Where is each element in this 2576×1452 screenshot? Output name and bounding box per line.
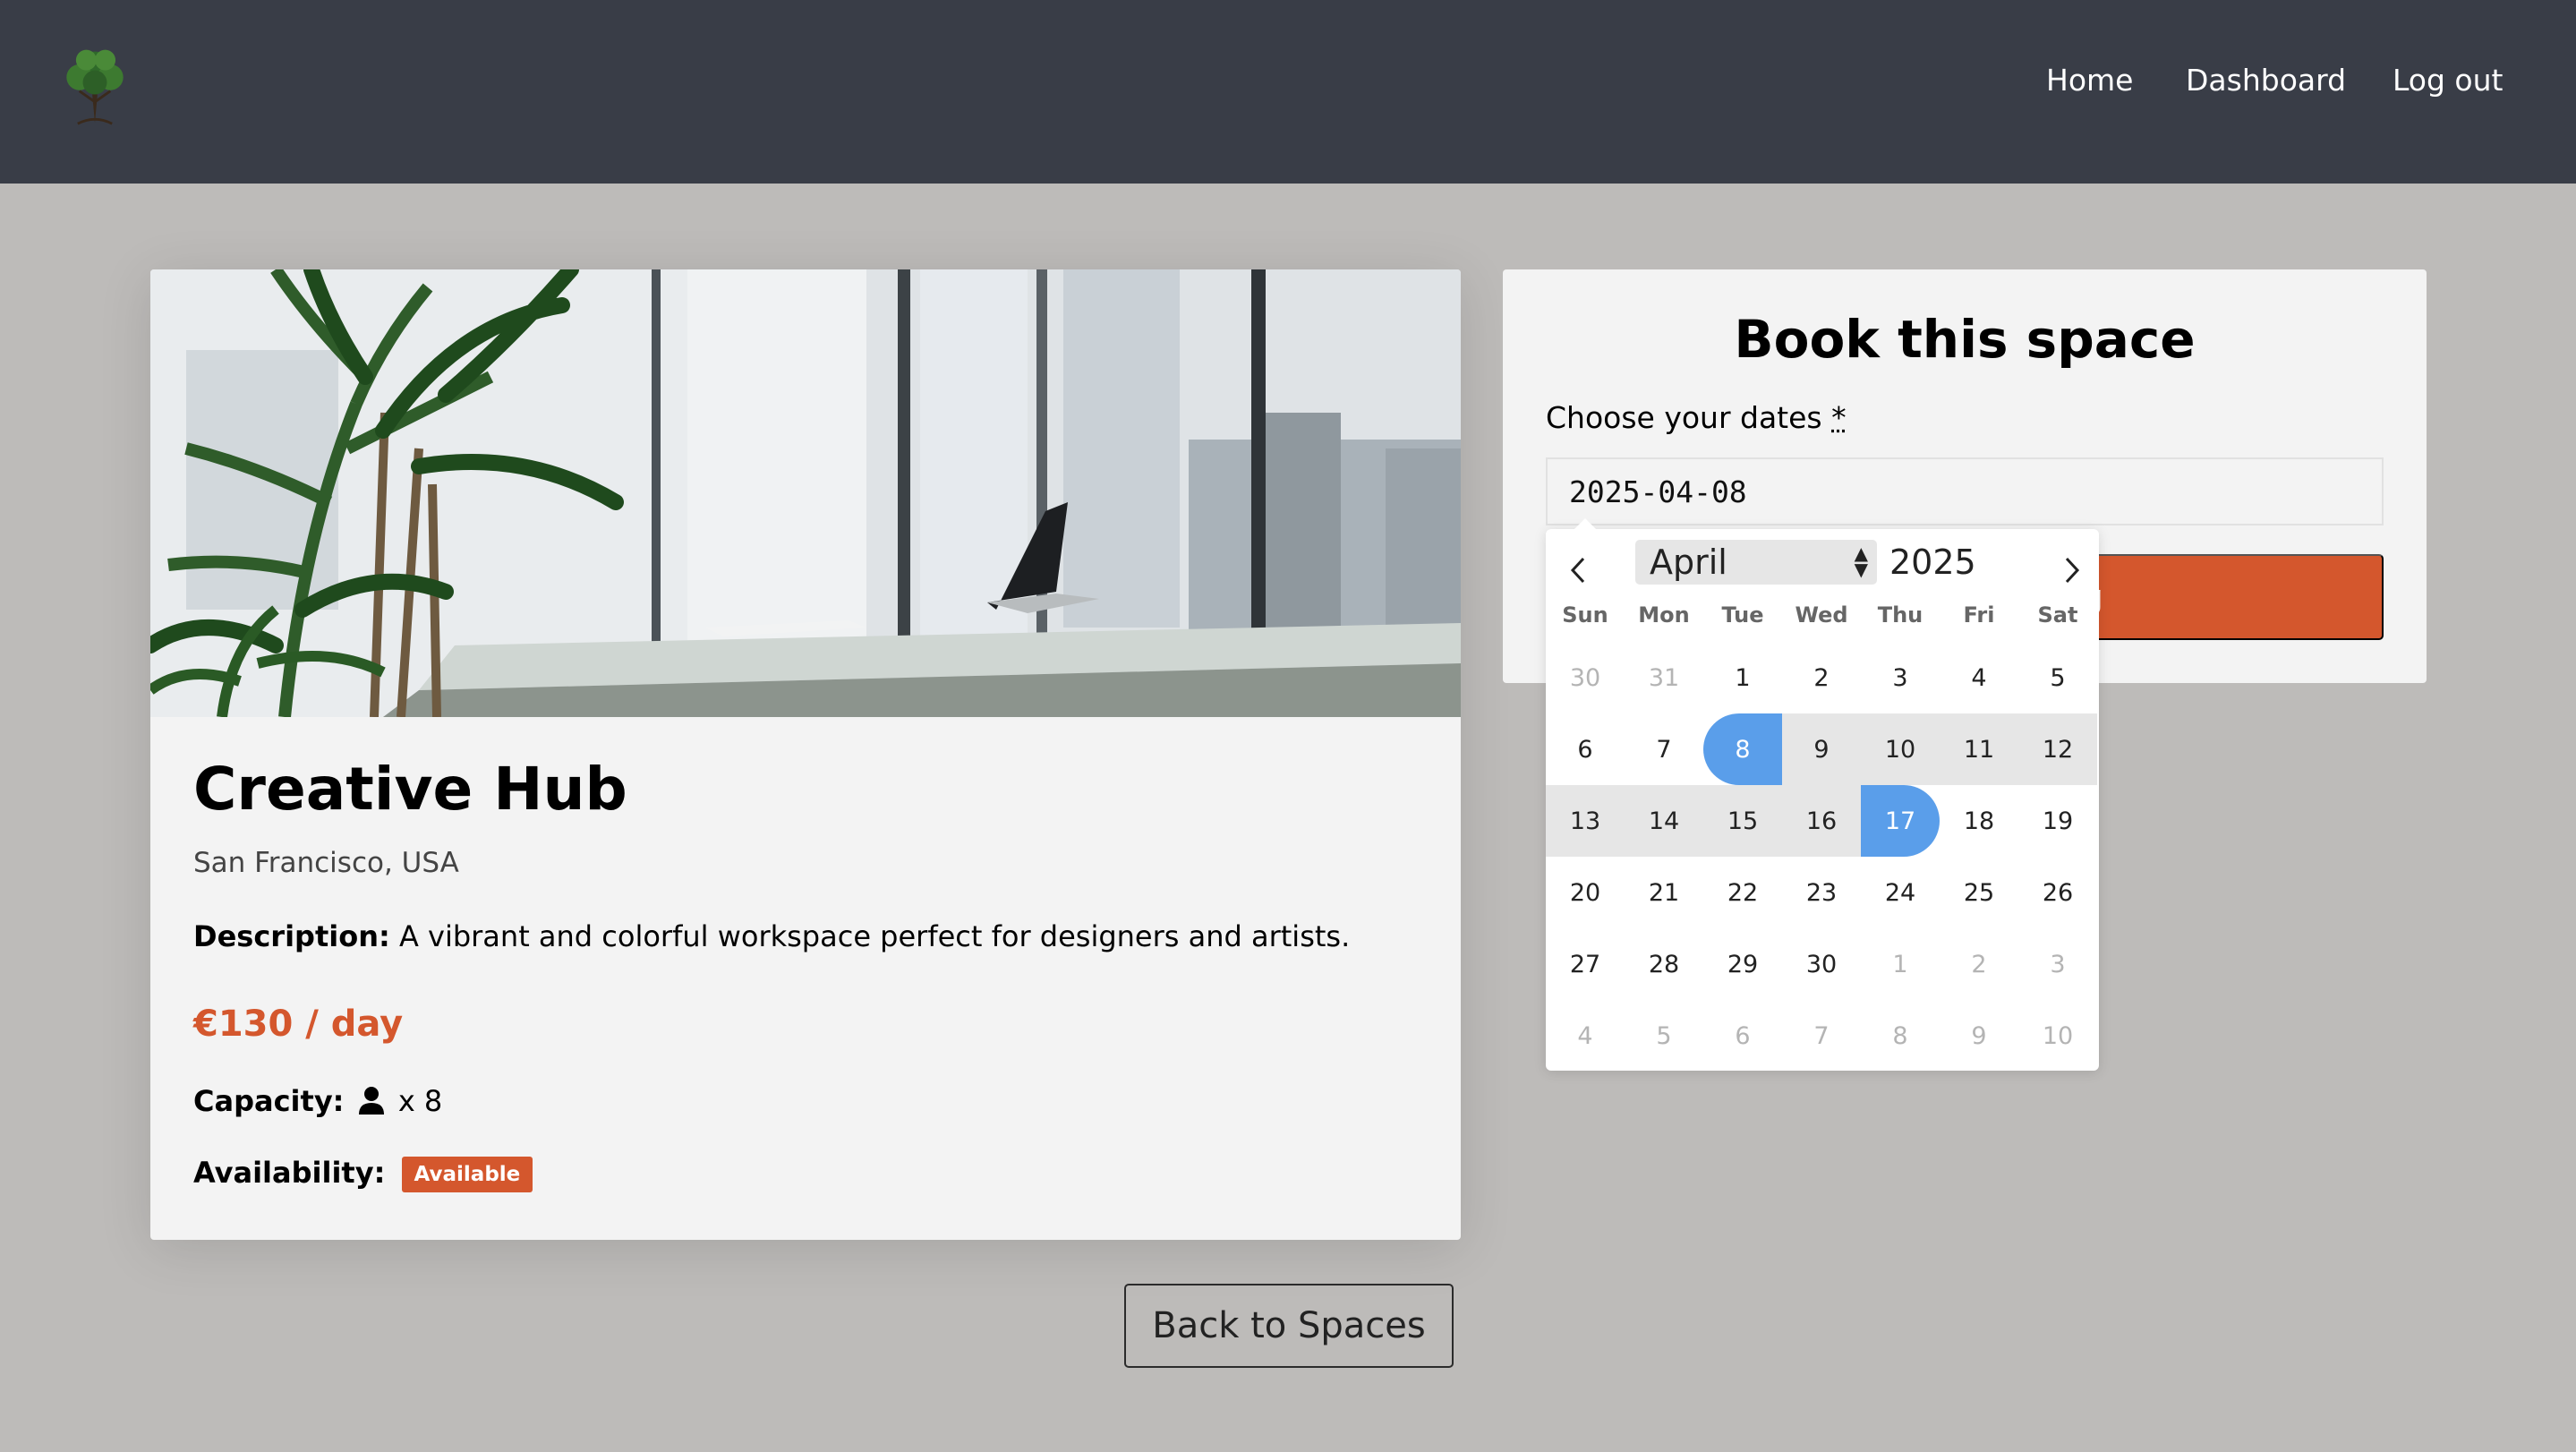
- required-mark: *: [1831, 400, 1847, 435]
- next-month-chevron-icon[interactable]: [2052, 551, 2092, 590]
- space-availability: Availability: Available: [193, 1156, 533, 1192]
- calendar-day-in-range[interactable]: 10: [1861, 713, 1940, 785]
- availability-label: Availability:: [193, 1156, 386, 1190]
- calendar-week: 27 28 29 30 1 2 3: [1546, 928, 2099, 1000]
- calendar-day[interactable]: 27: [1546, 928, 1625, 1000]
- calendar-day[interactable]: 20: [1546, 857, 1625, 928]
- calendar-day-in-range[interactable]: 9: [1782, 713, 1861, 785]
- nav-logout-link[interactable]: Log out: [2393, 63, 2503, 98]
- calendar-day[interactable]: 24: [1861, 857, 1940, 928]
- dates-label: Choose your dates *: [1546, 400, 1847, 435]
- space-photo: [150, 269, 1461, 717]
- calendar-day-in-range[interactable]: 16: [1782, 785, 1861, 857]
- space-price: €130 / day: [193, 1004, 404, 1045]
- calendar-day[interactable]: 23: [1782, 857, 1861, 928]
- calendar-week: 4 5 6 7 8 9 10: [1546, 1000, 2099, 1072]
- capacity-value: x 8: [397, 1084, 443, 1118]
- calendar-day-range-start[interactable]: 8: [1703, 713, 1782, 785]
- tree-logo-icon[interactable]: [52, 41, 138, 127]
- calendar-day-in-range[interactable]: 14: [1625, 785, 1703, 857]
- capacity-label: Capacity:: [193, 1084, 345, 1118]
- calendar-day[interactable]: 26: [2018, 857, 2097, 928]
- previous-month-chevron-icon[interactable]: [1558, 551, 1598, 590]
- calendar-day[interactable]: 7: [1625, 713, 1703, 785]
- calendar-week: 13 14 15 16 17 18 19: [1546, 785, 2099, 857]
- calendar-day-in-range[interactable]: 12: [2018, 713, 2097, 785]
- date-picker-calendar: April ▲ ▼ 2025 Sun Mon Tue Wed Thu Fri Sa…: [1546, 518, 2099, 1072]
- calendar-day-next-month[interactable]: 3: [2018, 928, 2097, 1000]
- calendar-day[interactable]: 25: [1940, 857, 2018, 928]
- description-text: A vibrant and colorful workspace perfect…: [398, 919, 1351, 953]
- weekday-label: Tue: [1721, 602, 1764, 628]
- space-capacity: Capacity: x 8: [193, 1084, 442, 1120]
- person-icon: [358, 1087, 384, 1115]
- calendar-day-next-month[interactable]: 9: [1940, 1000, 2018, 1072]
- calendar-day[interactable]: 6: [1546, 713, 1625, 785]
- calendar-week: 20 21 22 23 24 25 26: [1546, 857, 2099, 928]
- top-navbar: Home Dashboard Log out: [0, 0, 2576, 184]
- calendar-day-next-month[interactable]: 8: [1861, 1000, 1940, 1072]
- calendar-day[interactable]: 2: [1782, 642, 1861, 713]
- back-to-spaces-button[interactable]: Back to Spaces: [1124, 1284, 1454, 1368]
- month-select[interactable]: April ▲ ▼: [1635, 540, 1877, 585]
- weekday-label: Wed: [1795, 602, 1848, 628]
- calendar-day-next-month[interactable]: 1: [1861, 928, 1940, 1000]
- calendar-day[interactable]: 3: [1861, 642, 1940, 713]
- booking-title: Book this space: [1734, 309, 2196, 370]
- calendar-day-range-end[interactable]: 17: [1861, 785, 1940, 857]
- weekday-label: Thu: [1877, 602, 1923, 628]
- calendar-day-in-range[interactable]: 11: [1940, 713, 2018, 785]
- nav-home-link[interactable]: Home: [2046, 63, 2133, 98]
- select-arrows-icon: ▲ ▼: [1854, 542, 1868, 580]
- weekday-label: Fri: [1963, 602, 1995, 628]
- availability-badge: Available: [401, 1157, 533, 1192]
- calendar-day-next-month[interactable]: 5: [1625, 1000, 1703, 1072]
- year-input[interactable]: 2025: [1889, 540, 1976, 585]
- space-details-card: Creative Hub San Francisco, USA Descript…: [150, 269, 1461, 1240]
- calendar-day[interactable]: 5: [2018, 642, 2097, 713]
- calendar-week: 30 31 1 2 3 4 5: [1546, 642, 2099, 713]
- space-title: Creative Hub: [193, 755, 627, 824]
- calendar-day[interactable]: 21: [1625, 857, 1703, 928]
- calendar-week: 6 7 8 9 10 11 12: [1546, 713, 2099, 785]
- calendar-day[interactable]: 4: [1940, 642, 2018, 713]
- dates-label-text: Choose your dates: [1546, 400, 1822, 435]
- calendar-day[interactable]: 30: [1782, 928, 1861, 1000]
- calendar-day-next-month[interactable]: 7: [1782, 1000, 1861, 1072]
- calendar-day-prev-month[interactable]: 31: [1625, 642, 1703, 713]
- nav-dashboard-link[interactable]: Dashboard: [2186, 63, 2346, 98]
- weekday-label: Mon: [1638, 602, 1690, 628]
- space-location: San Francisco, USA: [193, 847, 459, 879]
- calendar-day-next-month[interactable]: 10: [2018, 1000, 2097, 1072]
- calendar-day-next-month[interactable]: 2: [1940, 928, 2018, 1000]
- calendar-day-in-range[interactable]: 15: [1703, 785, 1782, 857]
- calendar-day-grid: 30 31 1 2 3 4 5 6 7 8 9 10 11 12 13 14 1…: [1546, 642, 2099, 1072]
- calendar-day[interactable]: 28: [1625, 928, 1703, 1000]
- weekday-header-row: Sun Mon Tue Wed Thu Fri Sat: [1546, 602, 2099, 638]
- date-range-input[interactable]: 2025-04-08: [1546, 457, 2384, 525]
- calendar-day-next-month[interactable]: 6: [1703, 1000, 1782, 1072]
- calendar-day[interactable]: 22: [1703, 857, 1782, 928]
- calendar-day-prev-month[interactable]: 30: [1546, 642, 1625, 713]
- calendar-day[interactable]: 1: [1703, 642, 1782, 713]
- calendar-day[interactable]: 18: [1940, 785, 2018, 857]
- description-label: Description:: [193, 919, 390, 953]
- calendar-day-in-range[interactable]: 13: [1546, 785, 1625, 857]
- weekday-label: Sun: [1562, 602, 1608, 628]
- calendar-pointer: [1574, 518, 1596, 529]
- space-description: Description: A vibrant and colorful work…: [193, 919, 1350, 953]
- month-select-value: April: [1650, 542, 1727, 582]
- weekday-label: Sat: [2037, 602, 2078, 628]
- calendar-day[interactable]: 19: [2018, 785, 2097, 857]
- calendar-day-next-month[interactable]: 4: [1546, 1000, 1625, 1072]
- calendar-day[interactable]: 29: [1703, 928, 1782, 1000]
